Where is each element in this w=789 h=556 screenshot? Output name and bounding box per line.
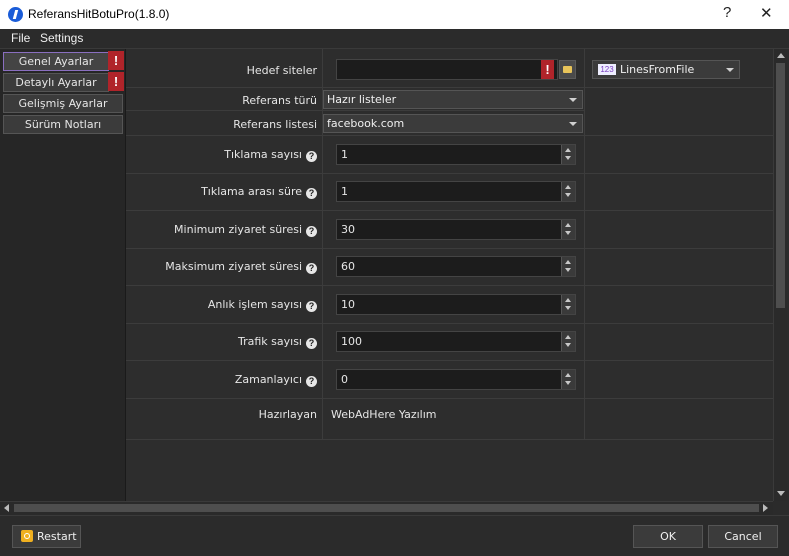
- cancel-button[interactable]: Cancel: [708, 525, 778, 548]
- horizontal-scrollbar[interactable]: [0, 501, 773, 515]
- grid-divider: [126, 210, 773, 211]
- help-icon[interactable]: ?: [306, 188, 317, 199]
- settings-panel: Hedef siteler ! 123 LinesFromFile Refera…: [126, 49, 773, 501]
- app-icon: [8, 7, 23, 22]
- scheduler-label: Zamanlayıcı?: [235, 373, 317, 387]
- menu-settings[interactable]: Settings: [40, 31, 83, 45]
- help-icon[interactable]: ?: [306, 151, 317, 162]
- vertical-scrollbar[interactable]: [773, 49, 787, 501]
- restart-button[interactable]: Restart: [12, 525, 81, 548]
- ok-button[interactable]: OK: [633, 525, 703, 548]
- author-value: WebAdHere Yazılım: [331, 408, 437, 421]
- help-icon[interactable]: ?: [306, 301, 317, 312]
- sidebar-item-surum-notlari[interactable]: Sürüm Notları: [3, 115, 123, 134]
- warning-icon: !: [108, 72, 124, 91]
- help-icon[interactable]: ?: [306, 263, 317, 274]
- scheduler-input[interactable]: 0: [336, 369, 576, 390]
- sidebar-item-genel-ayarlar[interactable]: Genel Ayarlar: [3, 52, 109, 71]
- grid-divider: [126, 323, 773, 324]
- help-icon[interactable]: ?: [306, 226, 317, 237]
- grid-divider: [126, 285, 773, 286]
- max-visit-label: Maksimum ziyaret süresi?: [165, 260, 317, 274]
- help-button[interactable]: ?: [723, 4, 731, 21]
- click-count-input[interactable]: 1: [336, 144, 576, 165]
- grid-divider: [126, 398, 773, 399]
- restart-icon: [21, 530, 33, 542]
- traffic-label: Trafik sayısı?: [238, 335, 317, 349]
- spinner-arrows[interactable]: [561, 257, 575, 276]
- warning-icon: !: [108, 51, 124, 70]
- button-bar: Restart OK Cancel: [0, 515, 789, 556]
- chevron-down-icon: [569, 122, 577, 126]
- grid-divider: [126, 110, 584, 111]
- numbers-icon: 123: [598, 64, 616, 75]
- grid-divider: [126, 87, 773, 88]
- close-button[interactable]: ✕: [760, 4, 773, 22]
- grid-divider: [126, 439, 773, 440]
- menu-file[interactable]: File: [11, 31, 30, 45]
- grid-divider: [126, 135, 773, 136]
- click-count-label: Tıklama sayısı?: [224, 148, 317, 162]
- help-icon[interactable]: ?: [306, 338, 317, 349]
- chevron-down-icon: [569, 98, 577, 102]
- spinner-arrows[interactable]: [561, 182, 575, 201]
- min-visit-input[interactable]: 30: [336, 219, 576, 240]
- traffic-input[interactable]: 100: [336, 331, 576, 352]
- folder-icon[interactable]: [559, 60, 576, 79]
- help-icon[interactable]: ?: [306, 376, 317, 387]
- target-sites-input[interactable]: [336, 59, 558, 80]
- grid-divider: [126, 248, 773, 249]
- spinner-arrows[interactable]: [561, 370, 575, 389]
- scroll-up-icon[interactable]: [777, 53, 785, 58]
- referrer-type-label: Referans türü: [242, 94, 317, 107]
- concurrent-label: Anlık işlem sayısı?: [208, 298, 317, 312]
- scroll-thumb[interactable]: [776, 63, 785, 308]
- concurrent-input[interactable]: 10: [336, 294, 576, 315]
- grid-divider: [126, 360, 773, 361]
- referrer-list-combo[interactable]: facebook.com: [323, 114, 583, 133]
- sidebar-item-detayli-ayarlar[interactable]: Detaylı Ayarlar: [3, 73, 109, 92]
- source-type-combo[interactable]: 123 LinesFromFile: [592, 60, 740, 79]
- scroll-left-icon[interactable]: [4, 504, 9, 512]
- sidebar: Genel Ayarlar ! Detaylı Ayarlar ! Gelişm…: [0, 49, 126, 501]
- menu-bar: File Settings: [0, 29, 789, 49]
- chevron-down-icon: [726, 68, 734, 72]
- title-bar: ReferansHitBotuPro(1.8.0) ? ✕: [0, 0, 789, 29]
- click-interval-label: Tıklama arası süre?: [201, 185, 317, 199]
- max-visit-input[interactable]: 60: [336, 256, 576, 277]
- referrer-type-combo[interactable]: Hazır listeler: [323, 90, 583, 109]
- scroll-thumb[interactable]: [14, 504, 759, 512]
- spinner-arrows[interactable]: [561, 145, 575, 164]
- min-visit-label: Minimum ziyaret süresi?: [174, 223, 317, 237]
- sidebar-item-gelismis-ayarlar[interactable]: Gelişmiş Ayarlar: [3, 94, 123, 113]
- author-label: Hazırlayan: [258, 408, 317, 421]
- window-title: ReferansHitBotuPro(1.8.0): [28, 7, 170, 21]
- grid-divider: [126, 173, 773, 174]
- spinner-arrows[interactable]: [561, 220, 575, 239]
- grid-divider: [584, 49, 585, 439]
- spinner-arrows[interactable]: [561, 295, 575, 314]
- scroll-right-icon[interactable]: [763, 504, 768, 512]
- scroll-down-icon[interactable]: [777, 491, 785, 496]
- spinner-arrows[interactable]: [561, 332, 575, 351]
- referrer-list-label: Referans listesi: [233, 118, 317, 131]
- click-interval-input[interactable]: 1: [336, 181, 576, 202]
- target-sites-label: Hedef siteler: [246, 64, 317, 77]
- warning-icon: !: [541, 60, 554, 79]
